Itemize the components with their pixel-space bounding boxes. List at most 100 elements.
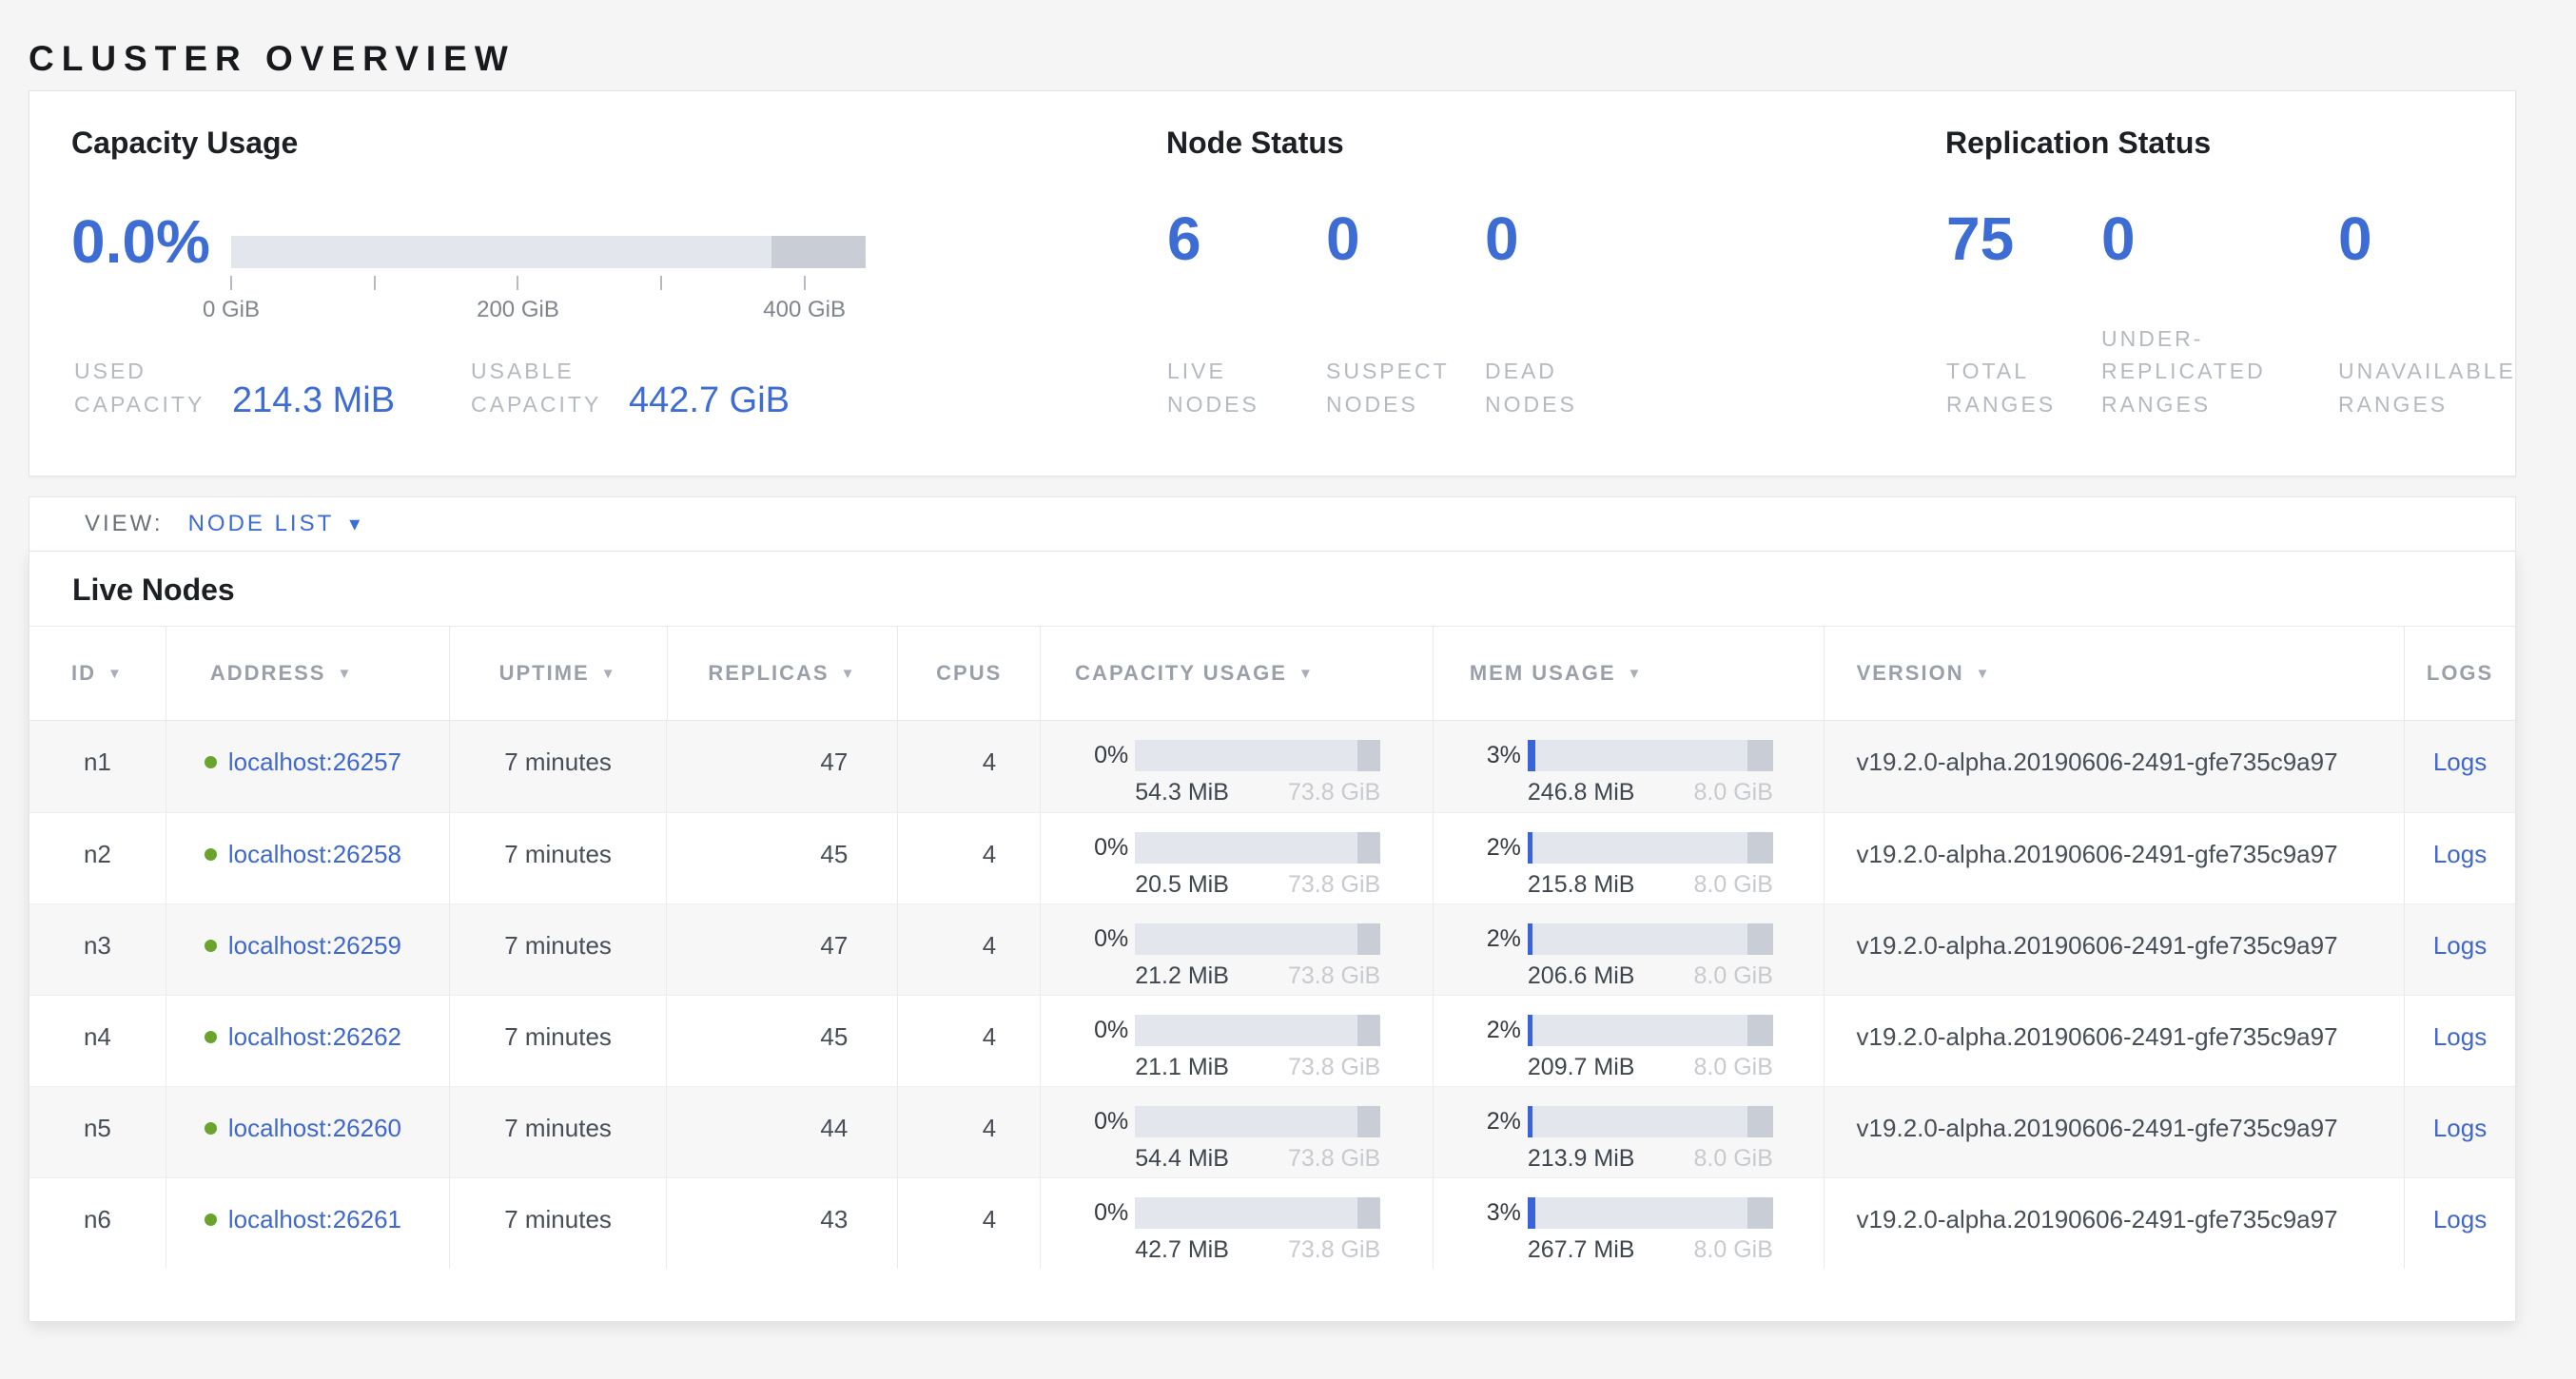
capacity-total: 73.8 GiB	[1288, 962, 1380, 990]
column-label: MEM USAGE	[1470, 661, 1616, 686]
node-version-cell: v19.2.0-alpha.20190606-2491-gfe735c9a97	[1824, 813, 2405, 903]
column-header-replicas[interactable]: REPLICAS▼	[667, 627, 898, 720]
table-row: n5 localhost:26260 7 minutes 44 4 0% 54.…	[29, 1086, 2515, 1177]
node-mem-usage-cell: 3% 246.8 MiB 8.0 GiB	[1433, 721, 1824, 812]
node-address-link[interactable]: localhost:26261	[228, 1205, 401, 1234]
mem-minibar	[1528, 740, 1773, 771]
node-replicas-cell: 47	[666, 721, 897, 812]
replication-status-section: Replication Status 75TOTAL RANGES0UNDER-…	[1945, 91, 2516, 476]
logs-link[interactable]: Logs	[2433, 1022, 2487, 1052]
node-version-cell: v19.2.0-alpha.20190606-2491-gfe735c9a97	[1824, 1178, 2405, 1269]
column-header-logs: LOGS	[2404, 627, 2515, 720]
view-dropdown[interactable]: NODE LIST ▾	[188, 511, 361, 537]
axis-tick	[230, 276, 232, 290]
capacity-minibar	[1135, 1106, 1380, 1137]
stat-label: USABLE CAPACITY	[471, 355, 615, 420]
axis-tick-label: 0 GiB	[203, 297, 260, 323]
node-id-cell: n1	[29, 721, 166, 812]
node-health-dot-icon	[205, 756, 217, 768]
cluster-summary-card: Capacity Usage 0.0% 0 GiB200 GiB400 GiB …	[29, 90, 2516, 476]
table-row: n4 localhost:26262 7 minutes 45 4 0% 21.…	[29, 995, 2515, 1086]
capacity-percent: 0%	[1041, 1199, 1128, 1227]
capacity-used: 54.3 MiB	[1135, 779, 1229, 806]
node-mem-usage-cell: 3% 267.7 MiB 8.0 GiB	[1433, 1178, 1824, 1269]
stat-value: 0	[1326, 208, 1485, 269]
logs-link[interactable]: Logs	[2433, 1205, 2487, 1234]
stat-label: DEAD NODES	[1485, 355, 1644, 420]
mem-percent: 3%	[1434, 1199, 1521, 1227]
capacity-minibar	[1135, 832, 1380, 864]
node-capacity-usage-cell: 0% 54.4 MiB 73.8 GiB	[1040, 1087, 1433, 1177]
column-header-cap[interactable]: CAPACITY USAGE▼	[1040, 627, 1433, 720]
stat-value: 0	[2338, 208, 2538, 269]
node-address-link[interactable]: localhost:26259	[228, 931, 401, 961]
capacity-total: 73.8 GiB	[1288, 1145, 1380, 1173]
capacity-axis: 0 GiB200 GiB400 GiB	[231, 274, 866, 331]
stat-value: 0	[1485, 208, 1644, 269]
sort-desc-icon: ▼	[1976, 666, 1992, 682]
logs-link[interactable]: Logs	[2433, 1114, 2487, 1143]
node-health-dot-icon	[205, 1122, 217, 1135]
stat-value: 214.3 MiB	[232, 382, 395, 420]
node-uptime-cell: 7 minutes	[449, 996, 667, 1086]
mem-used: 206.6 MiB	[1528, 962, 1635, 990]
node-capacity-usage-cell: 0% 21.2 MiB 73.8 GiB	[1040, 904, 1433, 995]
node-cpus-cell: 4	[897, 904, 1040, 995]
mem-percent: 2%	[1434, 1108, 1521, 1136]
table-header-row: ID▼ADDRESS▼UPTIME▼REPLICAS▼CPUSCAPACITY …	[29, 626, 2515, 721]
column-header-id[interactable]: ID▼	[29, 627, 166, 720]
stat-value: 6	[1167, 208, 1326, 269]
node-mem-usage-cell: 2% 206.6 MiB 8.0 GiB	[1433, 904, 1824, 995]
node-address-link[interactable]: localhost:26258	[228, 840, 401, 869]
node-uptime-cell: 7 minutes	[449, 1178, 667, 1269]
node-address-link[interactable]: localhost:26262	[228, 1022, 401, 1052]
capacity-percent-value: 0.0%	[71, 211, 210, 272]
mem-percent: 2%	[1434, 1017, 1521, 1044]
node-cpus-cell: 4	[897, 996, 1040, 1086]
node-id-cell: n5	[29, 1087, 166, 1177]
node-mem-usage-cell: 2% 209.7 MiB 8.0 GiB	[1433, 996, 1824, 1086]
column-label: CPUS	[936, 661, 1002, 686]
mem-minibar	[1528, 923, 1773, 955]
table-row: n6 localhost:26261 7 minutes 43 4 0% 42.…	[29, 1177, 2515, 1269]
sort-desc-icon: ▼	[107, 666, 124, 682]
node-version-cell: v19.2.0-alpha.20190606-2491-gfe735c9a97	[1824, 1087, 2405, 1177]
node-address-link[interactable]: localhost:26257	[228, 748, 401, 777]
column-label: REPLICAS	[708, 661, 829, 686]
axis-tick	[804, 276, 806, 290]
capacity-used: 54.4 MiB	[1135, 1145, 1229, 1173]
node-id-cell: n6	[29, 1178, 166, 1269]
stat-value: 75	[1946, 208, 2101, 269]
node-capacity-usage-cell: 0% 54.3 MiB 73.8 GiB	[1040, 721, 1433, 812]
replication-status-title: Replication Status	[1945, 126, 2211, 161]
capacity-percent: 0%	[1041, 1108, 1128, 1136]
column-header-address[interactable]: ADDRESS▼	[166, 627, 449, 720]
node-status-section: Node Status 6LIVE NODES0SUSPECT NODES0DE…	[1166, 91, 1756, 476]
capacity-usage-title: Capacity Usage	[71, 126, 298, 161]
column-header-uptime[interactable]: UPTIME▼	[449, 627, 667, 720]
logs-link[interactable]: Logs	[2433, 931, 2487, 961]
summary-stat: 75TOTAL RANGES	[1946, 208, 2101, 420]
axis-tick-label: 400 GiB	[763, 297, 846, 323]
node-logs-cell: Logs	[2404, 1178, 2515, 1269]
node-logs-cell: Logs	[2404, 721, 2515, 812]
mem-used: 213.9 MiB	[1528, 1145, 1635, 1173]
summary-stat: 0 SUSPECT NODES	[1326, 208, 1485, 420]
mem-used: 267.7 MiB	[1528, 1236, 1635, 1264]
sort-desc-icon: ▼	[1628, 666, 1644, 682]
stat-label: SUSPECT NODES	[1326, 355, 1485, 420]
axis-tick	[517, 276, 518, 290]
stat-label: UNDER- REPLICATED RANGES	[2101, 322, 2338, 421]
logs-link[interactable]: Logs	[2433, 748, 2487, 777]
column-header-mem[interactable]: MEM USAGE ▼	[1433, 627, 1824, 720]
stat-label: UNAVAILABLE RANGES	[2338, 355, 2538, 420]
node-status-title: Node Status	[1166, 126, 1344, 161]
column-header-version[interactable]: VERSION▼	[1824, 627, 2405, 720]
sort-desc-icon: ▼	[1298, 666, 1315, 682]
node-address-link[interactable]: localhost:26260	[228, 1114, 401, 1143]
node-health-dot-icon	[205, 1031, 217, 1043]
capacity-used: 20.5 MiB	[1135, 871, 1229, 899]
logs-link[interactable]: Logs	[2433, 840, 2487, 869]
node-address-cell: localhost:26261	[166, 1178, 449, 1269]
capacity-usage-section: Capacity Usage 0.0% 0 GiB200 GiB400 GiB …	[71, 91, 1070, 476]
